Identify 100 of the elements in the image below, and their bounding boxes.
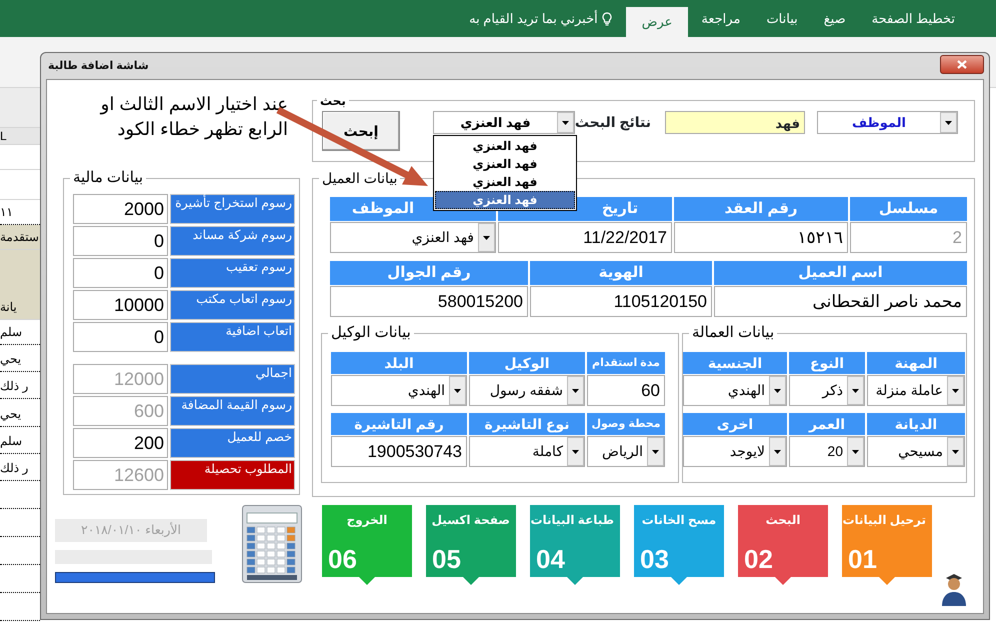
- dropdown-button[interactable]: [557, 112, 574, 133]
- caret-icon: [952, 388, 959, 392]
- column-header: محطة وصول: [587, 413, 665, 435]
- dropdown-item[interactable]: فهد العنزي: [435, 137, 575, 155]
- close-button[interactable]: [940, 54, 984, 74]
- dropdown-button[interactable]: [847, 376, 864, 405]
- field-label: نتائج البحث: [575, 113, 651, 132]
- caret-icon: [945, 120, 952, 124]
- dropdown-button[interactable]: [567, 437, 584, 466]
- caret-icon: [952, 450, 959, 454]
- combo-box[interactable]: لايوجد: [683, 436, 787, 467]
- input-field[interactable]: 0: [73, 322, 168, 352]
- field-label: رسوم شركة مساند: [170, 226, 295, 256]
- combo-box[interactable]: الهندي: [331, 375, 467, 406]
- combo-box[interactable]: ذكر: [789, 375, 865, 406]
- caret-icon: [572, 450, 579, 454]
- dropdown-button[interactable]: [947, 437, 964, 466]
- combo-box[interactable]: الرياض: [587, 436, 665, 467]
- calculator-icon[interactable]: [242, 505, 302, 583]
- column-header: رقم العقد: [674, 197, 848, 221]
- input-field[interactable]: 60: [587, 375, 665, 406]
- field-label: اتعاب اضافية: [170, 322, 295, 352]
- lightbulb-icon: [602, 12, 612, 26]
- field-label: خصم للعميل: [170, 428, 295, 458]
- column-header: الوكيل: [469, 352, 585, 374]
- column-header: النوع: [789, 352, 865, 374]
- combo-box[interactable]: 20: [789, 436, 865, 467]
- field-label: المطلوب تحصيلة: [170, 460, 295, 490]
- dropdown-button[interactable]: [847, 437, 864, 466]
- field-label: رسوم استخراج تأشيرة: [170, 194, 295, 224]
- dropdown-button[interactable]: [940, 112, 957, 133]
- field-label: اجمالي: [170, 364, 295, 394]
- column-header: المهنة: [867, 352, 965, 374]
- column-header: رقم الجوال: [330, 261, 528, 285]
- dropdown-button[interactable]: [478, 223, 495, 252]
- combo-box[interactable]: مسيحي: [867, 436, 965, 467]
- column-header: الديانة: [867, 413, 965, 435]
- combo-box[interactable]: الموظف: [817, 111, 958, 134]
- field-label: رسوم اتعاب مكتب: [170, 290, 295, 320]
- caret-icon: [572, 388, 579, 392]
- dropdown-item[interactable]: فهد العنزي: [435, 155, 575, 173]
- dropdown-item[interactable]: فهد العنزي: [435, 173, 575, 191]
- column-header: نوع التاشيرة: [469, 413, 585, 435]
- tell-me-search[interactable]: أخبرني بما تريد القيام به: [467, 0, 614, 37]
- input-field[interactable]: 2000: [73, 194, 168, 224]
- dropdown-button[interactable]: [769, 437, 786, 466]
- ribbon-tab[interactable]: بيانات: [753, 0, 811, 37]
- caret-icon: [483, 236, 490, 240]
- frame-legend: بيانات مالية: [70, 169, 146, 187]
- caret-icon: [774, 450, 781, 454]
- input-field[interactable]: 1105120150: [530, 286, 712, 317]
- field-label: رسوم القيمة المضافة: [170, 396, 295, 426]
- input-field[interactable]: 10000: [73, 290, 168, 320]
- search-field[interactable]: فهد: [665, 111, 805, 134]
- combo-box[interactable]: الهندي: [683, 375, 787, 406]
- column-header: اسم العميل: [714, 261, 967, 285]
- input-field[interactable]: ١٥٢١٦: [674, 222, 848, 253]
- caret-icon: [562, 120, 569, 124]
- dropdown-button[interactable]: [449, 376, 466, 405]
- dropdown-button[interactable]: [647, 437, 664, 466]
- column-header: مسلسل: [850, 197, 967, 221]
- ribbon-tab[interactable]: مراجعة: [688, 0, 754, 37]
- combo-box[interactable]: فهد العنزي: [433, 111, 575, 134]
- dropdown-button[interactable]: [769, 376, 786, 405]
- combo-box[interactable]: عاملة منزلة: [867, 375, 965, 406]
- combo-box[interactable]: شفقه رسول: [469, 375, 585, 406]
- date-label: الأربعاء ٢٠١٨/٠١/١٠: [55, 519, 207, 542]
- column-header: الجنسية: [683, 352, 787, 374]
- frame-legend: بيانات العمالة: [689, 324, 778, 342]
- caret-icon: [852, 450, 859, 454]
- window-title: شاشة اضافة طالبة: [47, 58, 149, 74]
- column-header: الهوية: [530, 261, 712, 285]
- frame-legend: بيانات الوكيل: [328, 324, 414, 342]
- column-header: العمر: [789, 413, 865, 435]
- close-icon: [957, 60, 967, 68]
- dropdown-button[interactable]: [567, 376, 584, 405]
- input-field[interactable]: محمد ناصر القحطانى: [714, 286, 967, 317]
- input-field[interactable]: 0: [73, 258, 168, 288]
- input-field[interactable]: 1900530743: [331, 436, 467, 467]
- dropdown-button[interactable]: [947, 376, 964, 405]
- input-field[interactable]: 580015200: [330, 286, 528, 317]
- column-header: اخرى: [683, 413, 787, 435]
- frame-legend: بيانات العميل: [319, 169, 400, 187]
- combo-box[interactable]: كاملة: [469, 436, 585, 467]
- ribbon-tab[interactable]: تخطيط الصفحة: [858, 0, 968, 37]
- sheet-cell: L: [0, 128, 40, 145]
- caret-icon: [774, 388, 781, 392]
- column-header: مدة استقدام: [587, 352, 665, 374]
- dropdown-item[interactable]: فهد العنزي: [435, 191, 575, 209]
- column-header: البلد: [331, 352, 467, 374]
- combo-box[interactable]: فهد العنزي: [330, 222, 496, 253]
- search-button[interactable]: إبحث: [322, 111, 400, 151]
- input-field[interactable]: 11/22/2017: [498, 222, 672, 253]
- input-field[interactable]: 0: [73, 226, 168, 256]
- caret-icon: [652, 450, 659, 454]
- ribbon-tab[interactable]: عرض: [626, 7, 688, 37]
- sheet-cell: يانة: [0, 250, 40, 320]
- ribbon-tab[interactable]: صيغ: [810, 0, 859, 37]
- caret-icon: [852, 388, 859, 392]
- input-field[interactable]: 200: [73, 428, 168, 458]
